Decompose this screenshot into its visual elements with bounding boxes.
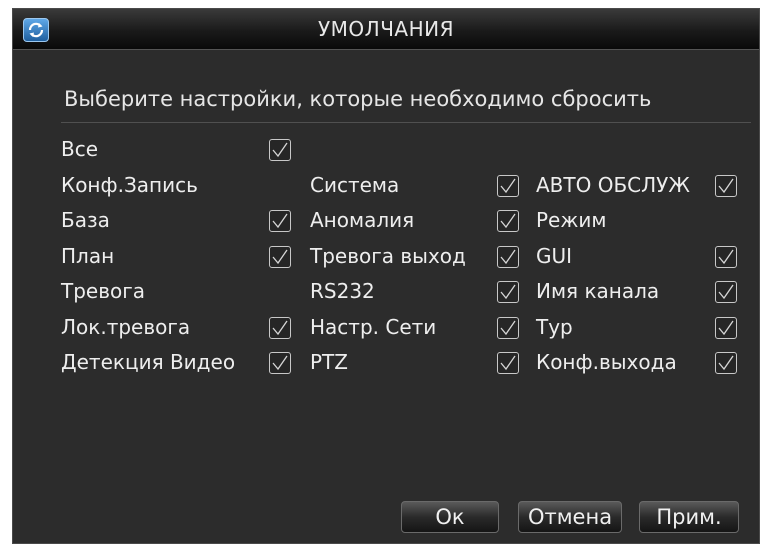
checkmark-icon [500, 355, 516, 371]
option-label-rs232: RS232 [310, 279, 375, 303]
option-label-output-config: Конф.выхода [536, 350, 677, 374]
checkmark-icon [500, 284, 516, 300]
checkmark-icon [718, 355, 734, 371]
checkbox-gui[interactable] [715, 246, 737, 268]
option-label-channel-name: Имя канала [536, 279, 660, 303]
checkmark-icon [718, 249, 734, 265]
defaults-dialog: УМОЛЧАНИЯ Выберите настройки, которые не… [12, 8, 760, 544]
checkbox-output-config[interactable] [715, 352, 737, 374]
checkbox-base[interactable] [269, 210, 291, 232]
option-label-record-config: Конф.Запись [61, 173, 198, 197]
option-label-local-alarm: Лок.тревога [61, 315, 191, 339]
checkmark-icon [272, 213, 288, 229]
title-bar: УМОЛЧАНИЯ [13, 9, 759, 50]
instruction-text: Выберите настройки, которые необходимо с… [64, 87, 652, 111]
option-label-video-detect: Детекция Видео [61, 350, 236, 374]
checkmark-icon [718, 178, 734, 194]
option-label-system: Система [310, 173, 400, 197]
checkmark-icon [272, 355, 288, 371]
checkmark-icon [500, 213, 516, 229]
option-label-alarm: Тревога [61, 279, 146, 303]
checkbox-system[interactable] [497, 175, 519, 197]
checkmark-icon [272, 142, 288, 158]
checkbox-network[interactable] [497, 317, 519, 339]
option-label-plan: План [61, 244, 115, 268]
option-label-mode: Режим [536, 208, 607, 232]
option-label-alarm-output: Тревога выход [310, 244, 466, 268]
checkmark-icon [500, 178, 516, 194]
option-label-network: Настр. Сети [310, 315, 437, 339]
checkbox-all[interactable] [269, 139, 291, 161]
checkmark-icon [718, 284, 734, 300]
checkbox-video-detect[interactable] [269, 352, 291, 374]
checkmark-icon [272, 320, 288, 336]
option-label-tour: Тур [536, 315, 573, 339]
option-label-auto-maintain: АВТО ОБСЛУЖ [536, 173, 690, 197]
option-label-anomaly: Аномалия [310, 208, 415, 232]
option-label-gui: GUI [536, 244, 573, 268]
checkbox-ptz[interactable] [497, 352, 519, 374]
checkbox-plan[interactable] [269, 246, 291, 268]
apply-button[interactable]: Прим. [639, 501, 739, 533]
dialog-title: УМОЛЧАНИЯ [317, 17, 454, 41]
option-label-all: Все [61, 137, 99, 161]
checkmark-icon [272, 249, 288, 265]
checkbox-channel-name[interactable] [715, 281, 737, 303]
divider [61, 122, 751, 123]
checkmark-icon [500, 249, 516, 265]
checkbox-alarm-output[interactable] [497, 246, 519, 268]
checkbox-anomaly[interactable] [497, 210, 519, 232]
checkmark-icon [500, 320, 516, 336]
ok-button[interactable]: Ок [401, 501, 499, 533]
checkmark-icon [718, 320, 734, 336]
checkbox-rs232[interactable] [497, 281, 519, 303]
checkbox-local-alarm[interactable] [269, 317, 291, 339]
option-label-base: База [61, 208, 110, 232]
checkbox-tour[interactable] [715, 317, 737, 339]
checkbox-auto-maintain[interactable] [715, 175, 737, 197]
cancel-button[interactable]: Отмена [518, 501, 622, 533]
option-label-ptz: PTZ [310, 350, 348, 374]
